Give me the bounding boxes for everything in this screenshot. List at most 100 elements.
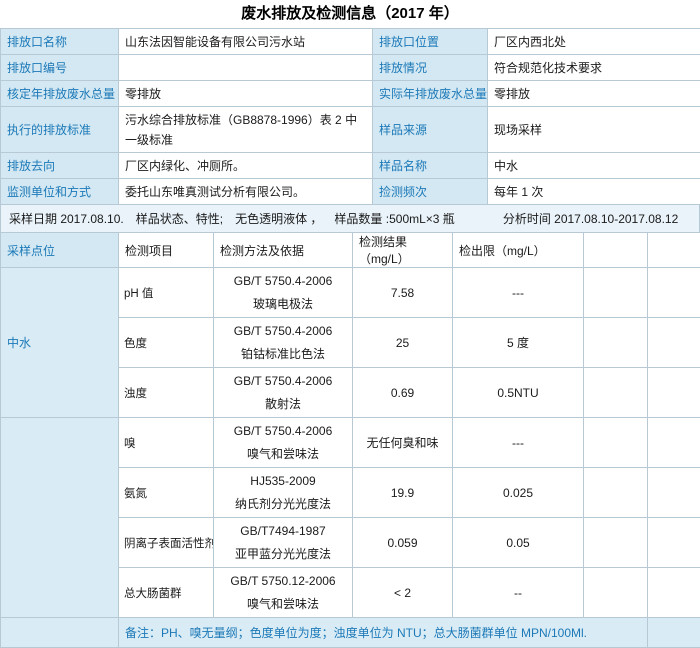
sample-info-bar: 采样日期 2017.08.10. 样品状态、特性; 无色透明液体 ， 样品数量 … [0,205,700,232]
limit-cell: -- [453,568,584,618]
result-cell: 0.69 [353,368,453,418]
col-header-empty-2 [648,233,700,268]
item-cell: pH 值 [119,268,214,318]
sample-state-label: 样品状态、特性; [136,210,223,227]
info-value-actual-total: 零排放 [488,81,700,107]
method-standard: GB/T 5750.12-2006 [218,570,348,593]
method-standard: GB/T 5750.4-2006 [218,320,348,343]
result-cell: 7.58 [353,268,453,318]
method-name: 亚甲蓝分光光度法 [218,543,348,566]
info-label-sample-name: 样品名称 [373,153,488,179]
detection-row-ph: 中水 pH 值 GB/T 5750.4-2006 玻璃电极法 7.58 --- [1,268,700,318]
col-header-sampling-point: 采样点位 [1,233,119,268]
info-label-outlet-number: 排放口编号 [1,55,119,81]
info-row: 排放口名称 山东法因智能设备有限公司污水站 排放口位置 厂区内西北处 [1,29,700,55]
col-header-empty-1 [584,233,648,268]
info-label-outlet-name: 排放口名称 [1,29,119,55]
col-header-result: 检测结果（mg/L） [353,233,453,268]
empty-cell [584,318,648,368]
limit-cell: --- [453,268,584,318]
page-title: 废水排放及检测信息（2017 年） [0,0,700,28]
method-cell: HJ535-2009 纳氏剂分光光度法 [214,468,353,518]
info-label-monitoring-unit: 监测单位和方式 [1,179,119,205]
method-cell: GB/T 5750.4-2006 玻璃电极法 [214,268,353,318]
info-label-standard: 执行的排放标准 [1,107,119,153]
col-header-item: 检测项目 [119,233,214,268]
sample-quantity: 样品数量 :500mL×3 瓶 [334,210,454,227]
info-value-outlet-location: 厂区内西北处 [488,29,700,55]
detection-row-odor: 嗅 GB/T 5750.4-2006 嗅气和尝味法 无任何臭和味 --- [1,418,700,468]
col-header-method: 检测方法及依据 [214,233,353,268]
empty-cell [648,568,700,618]
info-row: 排放口编号 排放情况 符合规范化技术要求 [1,55,700,81]
empty-cell [584,468,648,518]
method-standard: GB/T 5750.4-2006 [218,370,348,393]
report-page: 废水排放及检测信息（2017 年） 排放口名称 山东法因智能设备有限公司污水站 … [0,0,700,648]
remark-left-empty-cell [1,618,119,648]
info-label-actual-total: 实际年排放废水总量 [373,81,488,107]
info-value-discharge-destination: 厂区内绿化、冲厕所。 [119,153,373,179]
method-name: 嗅气和尝味法 [218,593,348,616]
info-label-test-frequency: 捡测频次 [373,179,488,205]
detection-header-row: 采样点位 检测项目 检测方法及依据 检测结果（mg/L） 检出限（mg/L） [1,233,700,268]
method-name: 嗅气和尝味法 [218,443,348,466]
empty-cell [584,518,648,568]
info-label-sample-source: 样品来源 [373,107,488,153]
method-cell: GB/T 5750.4-2006 嗅气和尝味法 [214,418,353,468]
method-name: 纳氏剂分光光度法 [218,493,348,516]
remark-right-empty-cell [648,618,700,648]
method-name: 散射法 [218,393,348,416]
item-cell: 色度 [119,318,214,368]
empty-cell [648,468,700,518]
empty-cell [648,268,700,318]
empty-cell [648,518,700,568]
method-standard: GB/T7494-1987 [218,520,348,543]
info-value-test-frequency: 每年 1 次 [488,179,700,205]
result-cell: < 2 [353,568,453,618]
info-value-approved-total: 零排放 [119,81,373,107]
item-cell: 浊度 [119,368,214,418]
info-value-monitoring-unit: 委托山东唯真测试分析有限公司。 [119,179,373,205]
limit-cell: --- [453,418,584,468]
col-header-limit: 检出限（mg/L） [453,233,584,268]
result-cell: 无任何臭和味 [353,418,453,468]
info-value-discharge-status: 符合规范化技术要求 [488,55,700,81]
limit-cell: 0.5NTU [453,368,584,418]
sampling-point-cell: 中水 [1,268,119,418]
analysis-time: 分析时间 2017.08.10-2017.08.12 [503,210,678,227]
info-row: 核定年排放废水总量 零排放 实际年排放废水总量 零排放 [1,81,700,107]
limit-cell: 0.05 [453,518,584,568]
empty-cell [584,268,648,318]
method-name: 玻璃电极法 [218,293,348,316]
info-row: 排放去向 厂区内绿化、冲厕所。 样品名称 中水 [1,153,700,179]
item-cell: 嗅 [119,418,214,468]
empty-cell [584,568,648,618]
info-value-outlet-number [119,55,373,81]
info-row: 监测单位和方式 委托山东唯真测试分析有限公司。 捡测频次 每年 1 次 [1,179,700,205]
result-cell: 25 [353,318,453,368]
empty-cell [584,418,648,468]
result-cell: 19.9 [353,468,453,518]
item-cell: 氨氮 [119,468,214,518]
limit-cell: 0.025 [453,468,584,518]
info-value-sample-source: 现场采样 [488,107,700,153]
info-value-outlet-name: 山东法因智能设备有限公司污水站 [119,29,373,55]
limit-cell: 5 度 [453,318,584,368]
sampling-point-empty-cell [1,418,119,618]
method-cell: GB/T 5750.4-2006 铂钴标准比色法 [214,318,353,368]
remark-cell: 备注：PH、嗅无量纲；色度单位为度；浊度单位为 NTU；总大肠菌群单位 MPN/… [119,618,648,648]
info-table: 排放口名称 山东法因智能设备有限公司污水站 排放口位置 厂区内西北处 排放口编号… [0,28,700,205]
method-cell: GB/T7494-1987 亚甲蓝分光光度法 [214,518,353,568]
item-cell: 总大肠菌群 [119,568,214,618]
item-cell: 阴离子表面活性剂 [119,518,214,568]
method-standard: HJ535-2009 [218,470,348,493]
info-row: 执行的排放标准 污水综合排放标准（GB8878-1996）表 2 中一级标准 样… [1,107,700,153]
empty-cell [648,418,700,468]
empty-cell [648,368,700,418]
info-label-discharge-destination: 排放去向 [1,153,119,179]
info-value-standard: 污水综合排放标准（GB8878-1996）表 2 中一级标准 [119,107,373,153]
info-label-discharge-status: 排放情况 [373,55,488,81]
info-label-approved-total: 核定年排放废水总量 [1,81,119,107]
method-standard: GB/T 5750.4-2006 [218,270,348,293]
remark-row: 备注：PH、嗅无量纲；色度单位为度；浊度单位为 NTU；总大肠菌群单位 MPN/… [1,618,700,648]
